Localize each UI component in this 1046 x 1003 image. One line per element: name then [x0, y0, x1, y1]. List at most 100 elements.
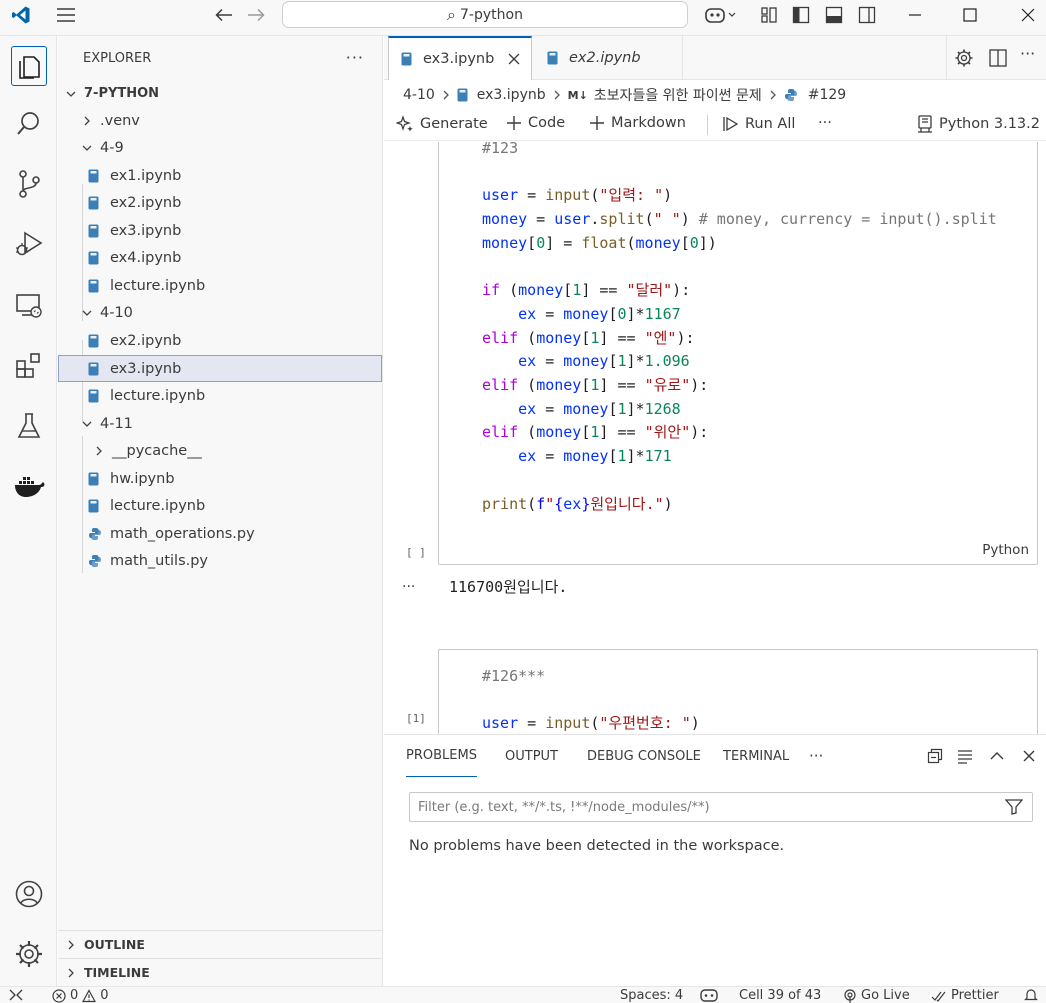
cell-code[interactable]: #123 user = input("입력: ") money = user.s…	[482, 142, 997, 516]
workspace-root[interactable]: 7-PYTHON	[58, 80, 382, 107]
run-debug-icon[interactable]	[0, 220, 57, 268]
prettier-status[interactable]: Prettier	[931, 988, 999, 1003]
explorer-icon[interactable]	[0, 42, 57, 90]
toolbar-more-icon[interactable]: ···	[818, 115, 832, 131]
maximize-panel-icon[interactable]	[989, 748, 1005, 764]
cell-position-status[interactable]: Cell 39 of 43	[739, 988, 821, 1003]
menu-icon[interactable]	[54, 0, 78, 30]
source-control-icon[interactable]	[0, 160, 57, 208]
workspace-root-label: 7-PYTHON	[84, 86, 160, 101]
cell-code[interactable]: #126*** user = input("우편번호: ")	[482, 665, 700, 734]
add-markdown-cell-button[interactable]: Markdown	[589, 115, 686, 131]
forward-arrow-icon[interactable]	[244, 0, 268, 30]
toggle-primary-sidebar-icon[interactable]	[790, 0, 812, 30]
toggle-secondary-sidebar-icon[interactable]	[856, 0, 878, 30]
tree-folder-4-11[interactable]: 4-11	[58, 410, 382, 437]
command-center-search[interactable]: ⌕ 7-python	[282, 1, 688, 28]
timeline-section[interactable]: TIMELINE	[58, 958, 383, 986]
close-window-icon[interactable]	[1013, 0, 1043, 30]
tree-item-label: 4-11	[100, 415, 133, 432]
kernel-picker[interactable]: Python 3.13.2	[917, 115, 1040, 133]
run-all-button[interactable]: Run All	[721, 115, 795, 133]
tab-output[interactable]: OUTPUT	[505, 735, 558, 777]
copilot-icon[interactable]	[702, 0, 740, 30]
split-editor-icon[interactable]	[988, 48, 1008, 68]
breadcrumb-folder[interactable]: 4-10	[403, 87, 435, 103]
generate-button[interactable]: Generate	[396, 115, 488, 133]
problems-status[interactable]: 0 0	[52, 988, 109, 1003]
tree-file-math-operations[interactable]: math_operations.py	[58, 520, 382, 547]
tab-ex2[interactable]: ex2.ipynb	[533, 36, 683, 80]
minimize-icon[interactable]	[900, 0, 930, 30]
close-panel-icon[interactable]	[1021, 748, 1037, 764]
breadcrumb-file[interactable]: ex3.ipynb	[477, 87, 546, 103]
tree-item-label: 4-9	[100, 139, 124, 156]
settings-gear-icon[interactable]	[954, 48, 974, 68]
tree-file-ex3-selected[interactable]: ex3.ipynb	[58, 355, 382, 382]
search-icon[interactable]	[0, 100, 57, 148]
accounts-icon[interactable]	[0, 870, 57, 918]
back-arrow-icon[interactable]	[212, 0, 236, 30]
python-file-icon	[784, 88, 798, 102]
editor-more-actions-icon[interactable]: ···	[1020, 44, 1035, 63]
indentation-status[interactable]: Spaces: 4	[620, 988, 683, 1003]
tree-item-label: __pycache__	[112, 442, 202, 459]
tree-file-ex3[interactable]: ex3.ipynb	[58, 217, 382, 244]
code-cell[interactable]: #126*** user = input("우편번호: ")	[438, 649, 1038, 734]
code-cell[interactable]: #123 user = input("입력: ") money = user.s…	[438, 142, 1038, 565]
view-as-list-icon[interactable]	[957, 748, 973, 764]
tree-item-label: math_operations.py	[110, 525, 255, 542]
toggle-panel-icon[interactable]	[823, 0, 845, 30]
layout-customize-icon[interactable]	[758, 0, 780, 30]
go-live-button[interactable]: Go Live	[843, 988, 910, 1003]
tree-file-lecture[interactable]: lecture.ipynb	[58, 492, 382, 519]
testing-icon[interactable]	[0, 402, 57, 450]
tree-file-ex2[interactable]: ex2.ipynb	[58, 189, 382, 216]
breadcrumb-heading[interactable]: 초보자들을 위한 파이썬 문제	[594, 85, 762, 105]
tab-problems[interactable]: PROBLEMS	[406, 735, 477, 777]
panel-more-icon[interactable]: ···	[809, 735, 823, 777]
tree-item-label: math_utils.py	[110, 552, 209, 569]
tree-file-hw[interactable]: hw.ipynb	[58, 465, 382, 492]
add-code-cell-button[interactable]: Code	[506, 115, 565, 131]
chevron-down-icon	[64, 87, 78, 101]
close-tab-icon[interactable]	[508, 53, 520, 65]
filter-icon[interactable]	[1005, 799, 1023, 815]
extensions-icon[interactable]	[0, 342, 57, 390]
breadcrumb-cell[interactable]: #129	[808, 87, 846, 103]
tree-file-lecture[interactable]: lecture.ipynb	[58, 382, 382, 409]
maximize-icon[interactable]	[955, 0, 985, 30]
problems-filter-input[interactable]: Filter (e.g. text, **/*.ts, !**/node_mod…	[409, 792, 1033, 822]
tree-folder-pycache[interactable]: __pycache__	[58, 437, 382, 464]
settings-gear-icon[interactable]	[0, 930, 57, 978]
tree-folder-venv[interactable]: .venv	[58, 107, 382, 134]
tree-item-label: lecture.ipynb	[110, 387, 206, 404]
tree-file-lecture[interactable]: lecture.ipynb	[58, 272, 382, 299]
tree-folder-4-9[interactable]: 4-9	[58, 134, 382, 161]
tree-item-label: ex3.ipynb	[110, 222, 182, 239]
explorer-more-actions-icon[interactable]: ···	[346, 48, 364, 67]
notebook-toolbar: Generate Code Markdown Run All ··· Pytho…	[384, 109, 1046, 141]
remote-explorer-icon[interactable]	[0, 282, 57, 330]
output-more-icon[interactable]: ···	[402, 579, 415, 595]
docker-icon[interactable]	[0, 462, 57, 510]
tree-folder-4-10[interactable]: 4-10	[58, 299, 382, 326]
tab-debug-console[interactable]: DEBUG CONSOLE	[587, 735, 701, 777]
tree-file-ex4[interactable]: ex4.ipynb	[58, 244, 382, 271]
cell-language-label[interactable]: Python	[982, 542, 1029, 558]
tab-terminal[interactable]: TERMINAL	[723, 735, 789, 777]
notifications-bell-icon[interactable]	[1024, 988, 1038, 1002]
tab-ex3[interactable]: ex3.ipynb	[388, 36, 532, 80]
prettier-label: Prettier	[951, 988, 999, 1003]
tree-file-ex2[interactable]: ex2.ipynb	[58, 327, 382, 354]
chevron-down-icon	[80, 141, 94, 155]
remote-indicator-icon[interactable]	[8, 988, 24, 1002]
copilot-status-icon[interactable]	[700, 988, 718, 1002]
tree-file-math-utils[interactable]: math_utils.py	[58, 547, 382, 574]
notebook-icon	[88, 389, 100, 403]
go-live-label: Go Live	[861, 988, 910, 1003]
outline-section[interactable]: OUTLINE	[58, 930, 383, 958]
collapse-all-icon[interactable]	[927, 748, 943, 764]
tree-file-ex1[interactable]: ex1.ipynb	[58, 162, 382, 189]
plus-icon	[589, 115, 605, 131]
